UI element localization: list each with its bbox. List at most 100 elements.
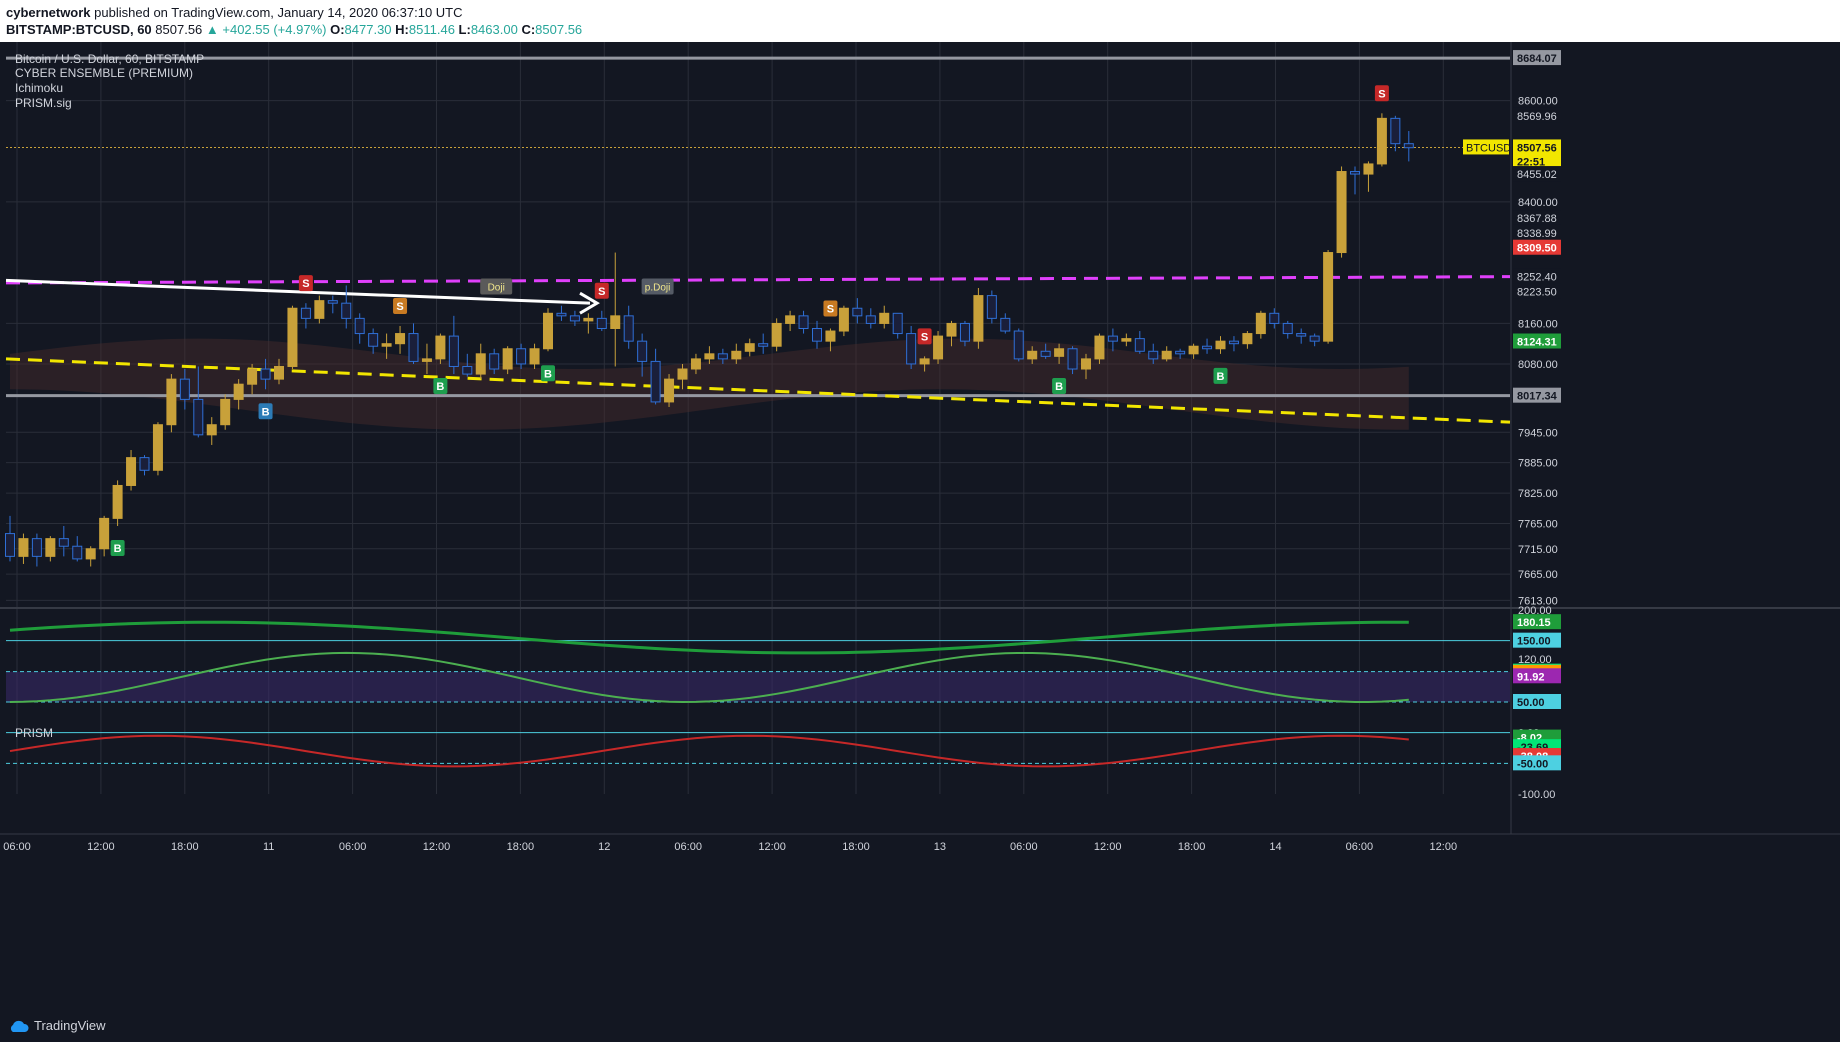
x-tick-label: 12:00 <box>423 841 451 853</box>
prism-pane-title[interactable]: PRISM <box>15 726 53 740</box>
prism-tick-label: -100.00 <box>1518 789 1555 801</box>
buy-signal: B <box>110 539 125 556</box>
candle <box>300 307 311 319</box>
candle <box>771 322 782 347</box>
signal-label: B <box>262 406 270 418</box>
candle <box>381 343 392 347</box>
signal-label: S <box>302 278 309 290</box>
price-label: 8017.34 <box>1517 391 1558 403</box>
price-label: 8455.02 <box>1517 169 1557 181</box>
buy-signal: B <box>258 403 273 420</box>
candle <box>179 378 190 400</box>
candle <box>623 315 634 342</box>
signal-label: B <box>1055 381 1063 393</box>
candle <box>1188 345 1199 355</box>
signal-label: S <box>396 301 403 313</box>
candle <box>812 328 822 342</box>
chart-title: Bitcoin / U.S. Dollar, 60, BITSTAMP <box>15 52 205 66</box>
candle <box>1323 252 1334 342</box>
candle <box>1027 350 1038 360</box>
candle <box>435 335 446 360</box>
candle <box>690 358 701 370</box>
candle <box>1054 348 1065 357</box>
prism-trend-line <box>9 620 1409 655</box>
candle <box>247 368 258 385</box>
candle <box>18 538 29 557</box>
candle <box>152 424 163 471</box>
indicator-prism-sig[interactable]: PRISM.sig <box>15 96 72 110</box>
y-tick-label: 7825.00 <box>1518 488 1558 500</box>
candle <box>85 548 96 560</box>
brand-label: TradingView <box>34 1018 106 1033</box>
signal-label: B <box>1217 371 1225 383</box>
signal-label: B <box>114 543 122 555</box>
candle <box>1403 143 1414 149</box>
candle <box>596 317 607 330</box>
candle <box>1000 317 1011 332</box>
candle <box>260 368 271 380</box>
y-tick-label: 7765.00 <box>1518 518 1558 530</box>
signal-label: S <box>827 304 834 316</box>
candle <box>1282 322 1293 335</box>
x-tick-label: 18:00 <box>507 841 535 853</box>
pattern-label: Doji <box>488 283 505 294</box>
chart-area[interactable]: 06:00 12:00 18:00 11 06:00 12:00 18:00 12 06:00 1… <box>0 42 1840 1010</box>
y-tick-label: 7665.00 <box>1518 569 1558 581</box>
candle <box>1242 333 1253 345</box>
candle <box>1161 350 1172 360</box>
candle <box>327 300 338 304</box>
sell-signal: S <box>917 328 932 345</box>
candle <box>45 538 56 557</box>
candle <box>341 302 352 319</box>
indicator-ichimoku[interactable]: Ichimoku <box>15 81 63 95</box>
candle <box>408 333 419 362</box>
price-label: 8367.88 <box>1517 213 1557 225</box>
candle <box>462 365 473 375</box>
candle <box>354 317 365 335</box>
x-tick-label: 18:00 <box>1178 841 1206 853</box>
candle <box>395 333 406 345</box>
x-tick-label: 14 <box>1269 841 1281 853</box>
x-tick-label: 06:00 <box>674 841 702 853</box>
candle <box>5 533 15 557</box>
candle <box>650 360 661 403</box>
last-price: 8507.56 <box>155 22 203 37</box>
signal-label: S <box>1378 88 1385 100</box>
candle <box>892 312 903 335</box>
candle <box>193 398 204 436</box>
candle <box>206 424 217 436</box>
price-label: 8223.50 <box>1517 286 1557 298</box>
candle <box>798 315 809 330</box>
footer-bar: TradingView <box>0 1010 1840 1042</box>
publisher-name[interactable]: cybernetwork <box>6 5 91 20</box>
chart-canvas[interactable]: 06:00 12:00 18:00 11 06:00 12:00 18:00 12 06:00 1… <box>0 42 1840 1010</box>
y-tick-label: 7885.00 <box>1518 458 1558 470</box>
candle <box>1336 171 1347 254</box>
close-value: 8507.56 <box>535 22 583 37</box>
publish-line: cybernetwork published on TradingView.co… <box>6 5 463 20</box>
prism-value-label: -50.00 <box>1517 758 1548 770</box>
candle <box>569 315 580 322</box>
candle <box>946 322 957 337</box>
buy-signal: B <box>433 377 448 394</box>
candle <box>879 312 890 324</box>
pattern-label: p.Doji <box>645 283 671 294</box>
indicator-cyber-ensemble[interactable]: CYBER ENSEMBLE (PREMIUM) <box>15 66 193 80</box>
candle <box>314 300 325 319</box>
candle <box>489 353 500 370</box>
tradingview-logo[interactable]: TradingView <box>8 1018 106 1034</box>
price-label: 8338.99 <box>1517 228 1557 240</box>
high-label: H: <box>395 22 409 37</box>
open-value: 8477.30 <box>344 22 392 37</box>
price-label: 8252.40 <box>1517 272 1557 284</box>
price-label: 8309.50 <box>1517 243 1557 255</box>
x-tick-label: 18:00 <box>171 841 199 853</box>
candle <box>1255 312 1266 335</box>
candle <box>166 378 177 426</box>
open-label: O: <box>330 22 345 37</box>
candle <box>274 365 284 380</box>
candle <box>731 350 742 360</box>
x-tick-label: 06:00 <box>1010 841 1038 853</box>
sell-signal: S <box>393 297 408 314</box>
candle <box>448 335 459 367</box>
